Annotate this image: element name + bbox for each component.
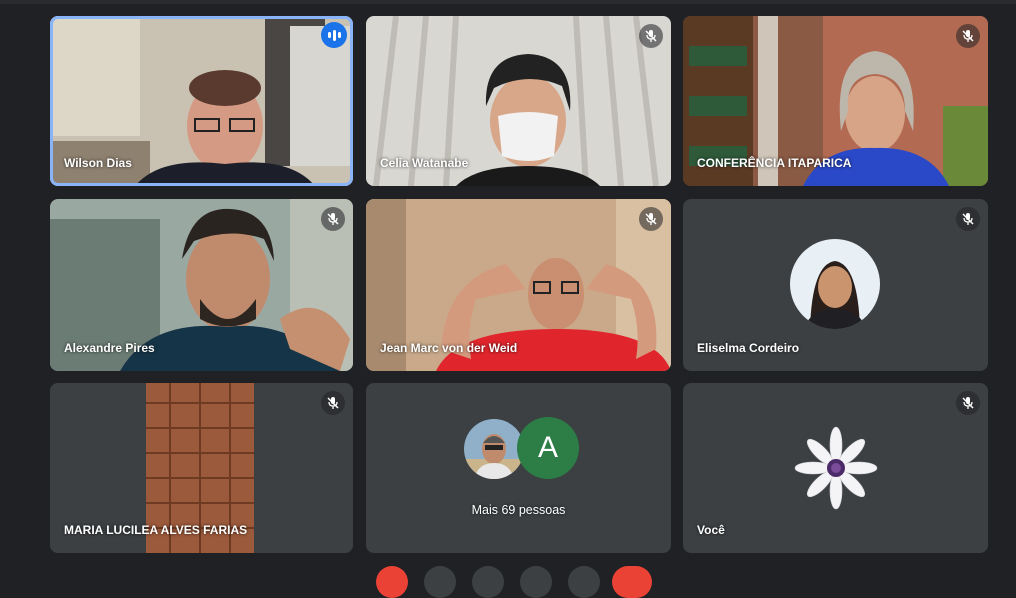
participant-tile-jean-marc-von-der-weid[interactable]: Jean Marc von der Weid: [366, 199, 671, 371]
participant-name: Você: [697, 523, 725, 537]
avatar: [790, 239, 880, 329]
avatar: [791, 423, 881, 513]
avatar-letter: A: [517, 417, 579, 479]
participant-name: Jean Marc von der Weid: [380, 341, 518, 355]
more-participants-tile[interactable]: A Mais 69 pessoas: [366, 383, 671, 553]
toolbar-button[interactable]: [520, 566, 552, 598]
participant-tile-alexandre-pires[interactable]: Alexandre Pires: [50, 199, 353, 371]
mic-off-icon: [639, 24, 663, 48]
participant-tile-celia-watanabe[interactable]: Celia Watanabe: [366, 16, 671, 186]
more-participants-label: Mais 69 pessoas: [471, 503, 566, 517]
mic-off-icon: [956, 391, 980, 415]
leave-call-button[interactable]: [612, 566, 652, 598]
participant-name: Eliselma Cordeiro: [697, 341, 800, 355]
mic-off-icon: [956, 24, 980, 48]
toolbar-button[interactable]: [472, 566, 504, 598]
participant-tile-wilson-dias[interactable]: Wilson Dias: [50, 16, 353, 186]
toolbar-button[interactable]: [424, 566, 456, 598]
participant-tile-eliselma-cordeiro[interactable]: Eliselma Cordeiro: [683, 199, 988, 371]
toolbar-button[interactable]: [376, 566, 408, 598]
speaking-indicator-icon: [321, 22, 347, 48]
top-border: [0, 0, 1016, 4]
mic-off-icon: [956, 207, 980, 231]
participant-name: Celia Watanabe: [380, 156, 469, 170]
participant-name: CONFERÊNCIA ITAPARICA: [697, 156, 852, 170]
mic-off-icon: [639, 207, 663, 231]
participant-name: MARIA LUCILEA ALVES FARIAS: [64, 523, 248, 537]
mic-off-icon: [321, 391, 345, 415]
participant-tile-voce[interactable]: Você: [683, 383, 988, 553]
participant-tile-conferencia-itaparica[interactable]: CONFERÊNCIA ITAPARICA: [683, 16, 988, 186]
toolbar-button[interactable]: [568, 566, 600, 598]
participant-tile-maria-lucilea-alves-farias[interactable]: MARIA LUCILEA ALVES FARIAS: [50, 383, 353, 553]
participant-name: Alexandre Pires: [64, 341, 155, 355]
participant-name: Wilson Dias: [64, 156, 132, 170]
mic-off-icon: [321, 207, 345, 231]
